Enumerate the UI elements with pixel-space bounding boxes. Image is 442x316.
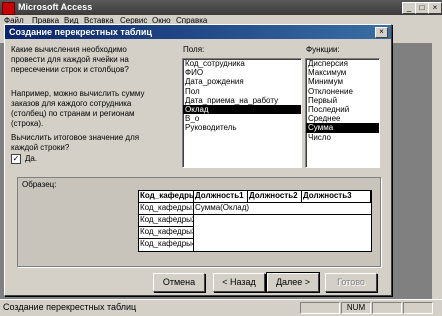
function-list-item[interactable]: Максимум: [306, 68, 379, 77]
sample-header-col1: Должность1: [194, 191, 248, 203]
status-bar: Создание перекрестных таблиц NUM: [0, 299, 442, 316]
status-text: Создание перекрестных таблиц: [3, 302, 137, 312]
fields-label: Поля:: [183, 45, 205, 54]
field-list-item[interactable]: В_о: [183, 114, 301, 123]
functions-listbox[interactable]: Дисперсия Максимум Минимум Отклонение Первый…: [305, 58, 380, 168]
field-list-item[interactable]: Дата_приема_на_работу: [183, 96, 301, 105]
field-list-item[interactable]: Код_сотрудника: [183, 59, 301, 68]
fields-listbox[interactable]: Код_сотрудника ФИО Дата_рождения Пол Дата_пр…: [182, 58, 302, 168]
cancel-button[interactable]: Отмена: [153, 273, 205, 292]
function-list-item[interactable]: Первый: [306, 96, 379, 105]
status-cell: [372, 302, 402, 314]
field-list-item[interactable]: Дата_рождения: [183, 77, 301, 86]
crosstab-wizard-dialog: Создание перекрестных таблиц × Какие выч…: [4, 24, 392, 296]
app-title: Microsoft Access: [18, 2, 93, 12]
totals-checkbox-label: Да.: [25, 154, 38, 163]
maximize-button[interactable]: □: [415, 2, 429, 14]
field-list-item[interactable]: ФИО: [183, 68, 301, 77]
question-text: Какие вычисления необходимо провести для…: [11, 45, 129, 74]
functions-label: Функции:: [306, 45, 340, 54]
minimize-button[interactable]: _: [402, 2, 416, 14]
access-app-icon: [2, 2, 15, 15]
app-title-bar: Microsoft Access _ □ ×: [0, 0, 442, 15]
back-button[interactable]: < Назад: [213, 273, 265, 292]
sample-row-header: Код_кафедры2: [139, 215, 194, 227]
totals-checkbox[interactable]: ✓: [11, 154, 21, 164]
dialog-close-icon[interactable]: ×: [375, 27, 388, 38]
status-cell: [403, 302, 433, 314]
sample-value-cell: Сумма(Оклад): [194, 203, 371, 215]
function-list-item[interactable]: Минимум: [306, 77, 379, 86]
status-cell: [300, 302, 340, 314]
field-list-item[interactable]: Пол: [183, 87, 301, 96]
function-list-item[interactable]: Число: [306, 133, 379, 142]
example-text: Например, можно вычислить сумму заказов …: [11, 89, 145, 128]
sample-header-col2: Должность2: [248, 191, 302, 203]
function-list-item[interactable]: Последний: [306, 105, 379, 114]
sample-row-header: Код_кафедры1: [139, 203, 194, 215]
sample-grid: Код_кафедры Должность1 Должность2 Должно…: [138, 190, 372, 252]
sample-row-header: Код_кафедры4: [139, 239, 194, 251]
next-button[interactable]: Далее >: [266, 272, 320, 293]
field-list-item[interactable]: Руководитель: [183, 123, 301, 132]
sample-label: Образец:: [22, 180, 57, 189]
dialog-title-bar: Создание перекрестных таблиц ×: [5, 25, 391, 39]
dialog-title: Создание перекрестных таблиц: [9, 27, 152, 37]
sample-panel: Образец: Код_кафедры Должность1 Должност…: [17, 177, 381, 267]
num-lock-indicator: NUM: [341, 302, 371, 314]
totals-question: Вычислить итоговое значение для каждой с…: [11, 133, 140, 152]
sample-header-col3: Должность3: [302, 191, 371, 203]
sample-header-row-field: Код_кафедры: [139, 191, 194, 203]
function-list-item[interactable]: Дисперсия: [306, 59, 379, 68]
field-list-item[interactable]: Оклад: [183, 104, 301, 115]
vertical-scrollbar[interactable]: [432, 43, 442, 299]
close-button[interactable]: ×: [428, 2, 442, 14]
function-list-item[interactable]: Среднее: [306, 114, 379, 123]
function-list-item[interactable]: Отклонение: [306, 87, 379, 96]
finish-button[interactable]: Готово: [325, 273, 377, 292]
sample-row-header: Код_кафедры3: [139, 227, 194, 239]
function-list-item[interactable]: Сумма: [306, 123, 379, 133]
